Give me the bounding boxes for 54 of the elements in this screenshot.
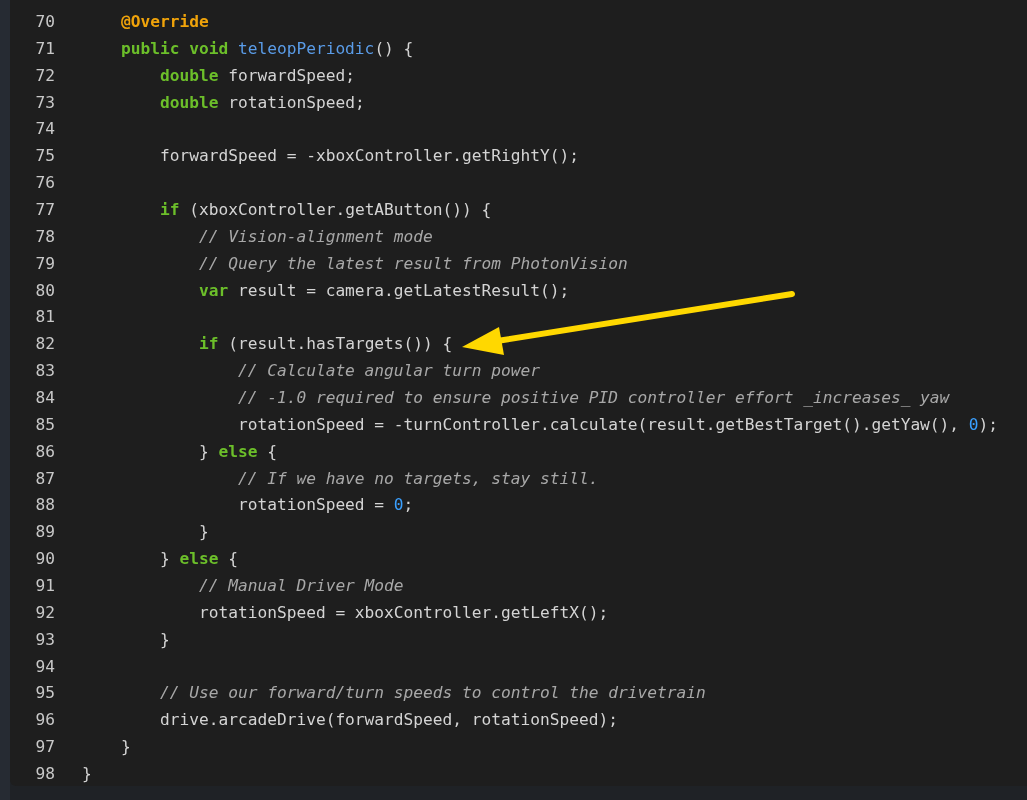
code-line: rotationSpeed = xboxController.getLeftX();: [197, 602, 609, 622]
code-line: }: [158, 629, 170, 649]
line-number: 97: [34, 737, 55, 757]
line-number: 82: [34, 334, 55, 354]
line-number: 95: [34, 683, 55, 703]
line-number: 81: [34, 307, 55, 327]
line-number: 89: [34, 522, 55, 542]
code-line: var result = camera.getLatestResult();: [197, 280, 570, 300]
line-number: 83: [34, 361, 55, 381]
line-number: 78: [34, 226, 55, 246]
code-line: // -1.0 required to ensure positive PID controller effort _increases_ yaw: [236, 387, 950, 407]
code-line: // Vision-alignment mode: [197, 226, 433, 246]
code-line: rotationSpeed = 0;: [236, 495, 414, 515]
code-line: // Calculate angular turn power: [236, 361, 541, 381]
code-line: // Query the latest result from PhotonVision: [197, 253, 628, 273]
line-number: 94: [34, 656, 55, 676]
line-number: 85: [34, 414, 55, 434]
code-line: // Manual Driver Mode: [197, 575, 404, 595]
code-line: double rotationSpeed;: [158, 92, 365, 112]
line-number: 87: [34, 468, 55, 488]
line-number: 96: [34, 710, 55, 730]
code-line: }: [81, 764, 92, 783]
line-number: 80: [34, 280, 55, 300]
code-line: }: [119, 737, 131, 757]
code-line: double forwardSpeed;: [158, 65, 355, 85]
line-number: 71: [34, 38, 55, 58]
line-number: 74: [34, 119, 55, 139]
code-line: } else {: [197, 441, 277, 461]
line-number: 90: [34, 549, 55, 569]
line-number: 91: [34, 575, 55, 595]
line-number: 86: [34, 441, 55, 461]
code-line: @Override: [119, 11, 209, 31]
code-line: // If we have no targets, stay still.: [236, 468, 599, 488]
code-line: drive.arcadeDrive(forwardSpeed, rotationSpeed);: [158, 710, 618, 730]
code-line: forwardSpeed = -xboxController.getRightY();: [158, 146, 580, 166]
line-number: 76: [34, 173, 55, 193]
code-line: if (xboxController.getAButton()) {: [158, 199, 492, 219]
line-number: 93: [34, 629, 55, 649]
line-number: 79: [34, 253, 55, 273]
code-line: public void teleopPeriodic() {: [119, 38, 414, 58]
code-line: // Use our forward/turn speeds to control the drivetrain: [158, 683, 706, 703]
line-number: 84: [34, 387, 55, 407]
line-number: 72: [34, 65, 55, 85]
line-number: 92: [34, 602, 55, 622]
code-line: } else {: [158, 549, 238, 569]
line-number: 98: [34, 764, 55, 783]
code-line: rotationSpeed = -turnController.calculate(result.getBestTarget().getYaw(), 0);: [236, 414, 999, 434]
code-line: if (result.hasTargets()) {: [197, 334, 453, 354]
line-number: 70: [34, 11, 55, 31]
line-number: 73: [34, 92, 55, 112]
code-line: }: [197, 522, 209, 542]
line-number: 88: [34, 495, 55, 515]
line-number: 75: [34, 146, 55, 166]
line-number: 77: [34, 199, 55, 219]
